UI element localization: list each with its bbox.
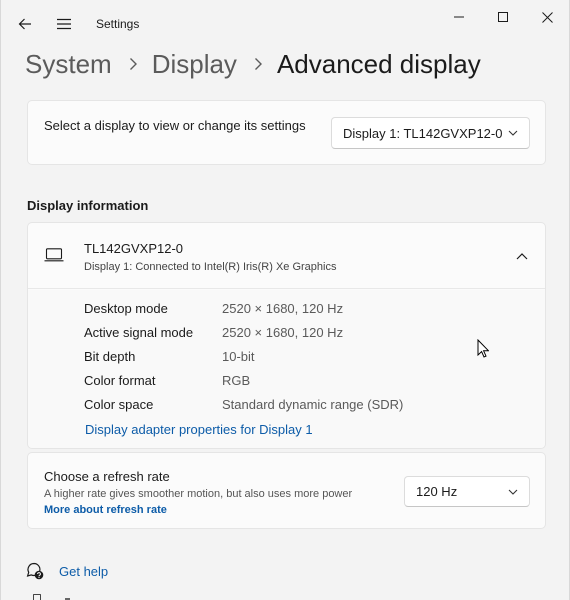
property-value: RGB bbox=[222, 373, 251, 388]
refresh-rate-dropdown-value: 120 Hz bbox=[416, 484, 458, 499]
minimize-button[interactable] bbox=[437, 0, 481, 34]
chevron-up-icon bbox=[516, 252, 528, 259]
property-label: Color format bbox=[84, 373, 156, 388]
page-title: Advanced display bbox=[276, 48, 481, 79]
mouse-cursor-icon bbox=[477, 338, 490, 363]
display-connection-info: Display 1: Connected to Intel(R) Iris(R)… bbox=[84, 261, 337, 273]
maximize-icon bbox=[498, 12, 508, 22]
display-dropdown[interactable]: Display 1: TL142GVXP12-0 bbox=[331, 117, 530, 149]
display-properties: Desktop mode 2520 × 1680, 120 Hz Active … bbox=[28, 290, 545, 448]
display-name: TL142GVXP12-0 bbox=[84, 241, 184, 256]
minimize-icon bbox=[454, 16, 464, 18]
property-value: 2520 × 1680, 120 Hz bbox=[222, 325, 344, 340]
section-heading-display-information: Display information bbox=[27, 198, 149, 213]
chevron-down-icon bbox=[508, 489, 518, 495]
back-button[interactable] bbox=[8, 7, 42, 41]
select-display-card: Select a display to view or change its s… bbox=[27, 100, 546, 165]
display-adapter-properties-link[interactable]: Display adapter properties for Display 1 bbox=[85, 422, 313, 437]
display-information-header[interactable]: TL142GVXP12-0 Display 1: Connected to In… bbox=[28, 223, 545, 289]
property-label: Color space bbox=[84, 397, 154, 412]
property-value: 10-bit bbox=[222, 349, 255, 364]
app-title: Settings bbox=[96, 17, 140, 31]
back-arrow-icon bbox=[18, 18, 31, 30]
hamburger-menu-icon bbox=[57, 18, 71, 30]
close-button[interactable] bbox=[525, 0, 569, 34]
property-value: Standard dynamic range (SDR) bbox=[222, 397, 404, 412]
refresh-rate-title: Choose a refresh rate bbox=[44, 469, 170, 484]
refresh-rate-card: Choose a refresh rate A higher rate give… bbox=[27, 452, 546, 529]
collapse-button[interactable] bbox=[513, 247, 531, 265]
chevron-down-icon bbox=[508, 130, 518, 136]
property-label: Active signal mode bbox=[84, 325, 194, 340]
refresh-rate-dropdown[interactable]: 120 Hz bbox=[404, 476, 530, 507]
chevron-right-icon bbox=[254, 57, 263, 71]
title-bar: Settings bbox=[1, 0, 569, 48]
property-label: Bit depth bbox=[84, 349, 136, 364]
settings-window: Settings System Display Advanced display… bbox=[0, 0, 570, 600]
breadcrumb-system[interactable]: System bbox=[25, 49, 112, 80]
chevron-right-icon bbox=[129, 57, 138, 71]
property-label: Desktop mode bbox=[84, 301, 168, 316]
get-help-link[interactable]: Get help bbox=[59, 564, 108, 579]
display-information-card: TL142GVXP12-0 Display 1: Connected to In… bbox=[27, 222, 546, 449]
maximize-button[interactable] bbox=[481, 0, 525, 34]
laptop-icon bbox=[44, 248, 64, 267]
navigation-menu-button[interactable] bbox=[47, 7, 81, 41]
help-chat-icon bbox=[26, 562, 44, 580]
display-dropdown-value: Display 1: TL142GVXP12-0 bbox=[343, 125, 503, 141]
breadcrumb-display[interactable]: Display bbox=[152, 49, 237, 80]
breadcrumb: System Display Advanced display bbox=[25, 46, 481, 82]
refresh-rate-description: A higher rate gives smoother motion, but… bbox=[44, 488, 353, 500]
get-help-row[interactable]: Get help bbox=[26, 562, 108, 580]
refresh-rate-learn-more-link[interactable]: More about refresh rate bbox=[44, 504, 167, 516]
close-icon bbox=[541, 11, 553, 23]
property-value: 2520 × 1680, 120 Hz bbox=[222, 301, 344, 316]
feedback-icon bbox=[33, 594, 41, 600]
select-display-label: Select a display to view or change its s… bbox=[44, 118, 306, 133]
